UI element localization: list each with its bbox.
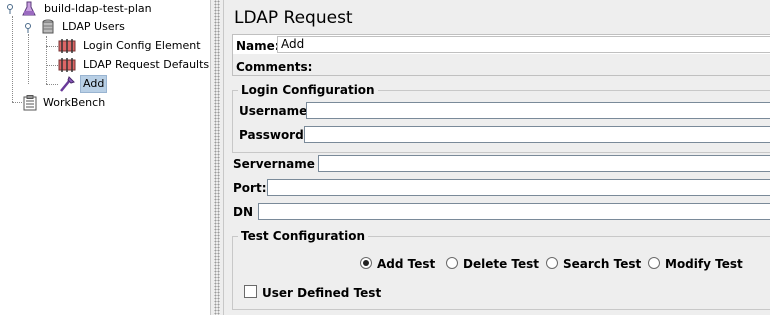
radio-delete-test[interactable]: Delete Test — [446, 257, 539, 271]
page-title: LDAP Request — [234, 8, 353, 28]
tree-item-ldap-request-defaults[interactable]: LDAP Request Defaults — [0, 56, 210, 74]
radio-selected-icon[interactable] — [360, 257, 372, 269]
username-field[interactable] — [306, 102, 770, 119]
checkbox-label: User Defined Test — [262, 286, 382, 300]
flask-icon — [22, 1, 36, 16]
checkbox-icon[interactable] — [244, 285, 257, 298]
tree-item-test-plan[interactable]: build-ldap-test-plan — [0, 0, 210, 18]
thread-group-icon — [42, 19, 54, 34]
login-configuration-group — [232, 90, 770, 153]
sampler-icon — [60, 76, 75, 92]
tree-item-login-config-element[interactable]: Login Config Element — [0, 37, 210, 55]
name-label: Name: — [236, 39, 280, 53]
split-pane-divider[interactable] — [210, 0, 224, 315]
user-defined-test-checkbox[interactable]: User Defined Test — [244, 285, 381, 300]
port-label: Port: — [233, 181, 267, 195]
config-element-icon — [58, 58, 76, 72]
tree-expand-handle-icon[interactable] — [24, 23, 34, 33]
radio-unselected-icon[interactable] — [546, 257, 558, 269]
dn-label: DN — [233, 205, 254, 219]
divider-grip[interactable] — [214, 0, 220, 315]
name-comments-box: Name: Add Comments: — [232, 34, 770, 76]
password-label: Password — [239, 128, 304, 142]
test-plan-tree[interactable]: build-ldap-test-plan LDAP Users Login Co… — [0, 0, 210, 315]
radio-label: Add Test — [377, 257, 436, 271]
tree-item-label: WorkBench — [43, 96, 106, 109]
radio-add-test[interactable]: Add Test — [360, 257, 435, 271]
tree-item-label: Login Config Element — [83, 39, 201, 52]
comments-row — [233, 54, 770, 75]
comments-label: Comments: — [236, 60, 313, 74]
tree-expand-handle-icon[interactable] — [6, 4, 16, 14]
name-field[interactable]: Add — [277, 36, 770, 53]
radio-modify-test[interactable]: Modify Test — [648, 257, 743, 271]
tree-item-label: build-ldap-test-plan — [44, 2, 152, 15]
servername-field[interactable] — [318, 155, 770, 172]
radio-search-test[interactable]: Search Test — [546, 257, 641, 271]
servername-label: Servername : — [233, 157, 324, 171]
radio-unselected-icon[interactable] — [648, 257, 660, 269]
tree-item-workbench[interactable]: WorkBench — [0, 94, 210, 112]
test-configuration-title: Test Configuration — [238, 229, 369, 243]
tree-item-label: Add — [80, 75, 108, 93]
tree-item-label: LDAP Users — [62, 20, 125, 33]
radio-unselected-icon[interactable] — [446, 257, 458, 269]
ldap-request-panel: LDAP Request Name: Add Comments: Login C… — [224, 0, 770, 315]
radio-label: Search Test — [563, 257, 642, 271]
config-element-icon — [58, 39, 76, 53]
login-configuration-title: Login Configuration — [238, 83, 378, 97]
radio-label: Delete Test — [463, 257, 540, 271]
tree-item-ldap-users[interactable]: LDAP Users — [0, 18, 210, 36]
workbench-icon — [23, 95, 37, 111]
port-field[interactable] — [267, 179, 770, 196]
dn-field[interactable] — [258, 203, 770, 220]
username-label: Username — [239, 104, 308, 118]
tree-item-label: LDAP Request Defaults — [83, 58, 210, 71]
radio-label: Modify Test — [665, 257, 743, 271]
password-field[interactable] — [304, 126, 770, 143]
tree-item-add[interactable]: Add — [0, 75, 210, 93]
